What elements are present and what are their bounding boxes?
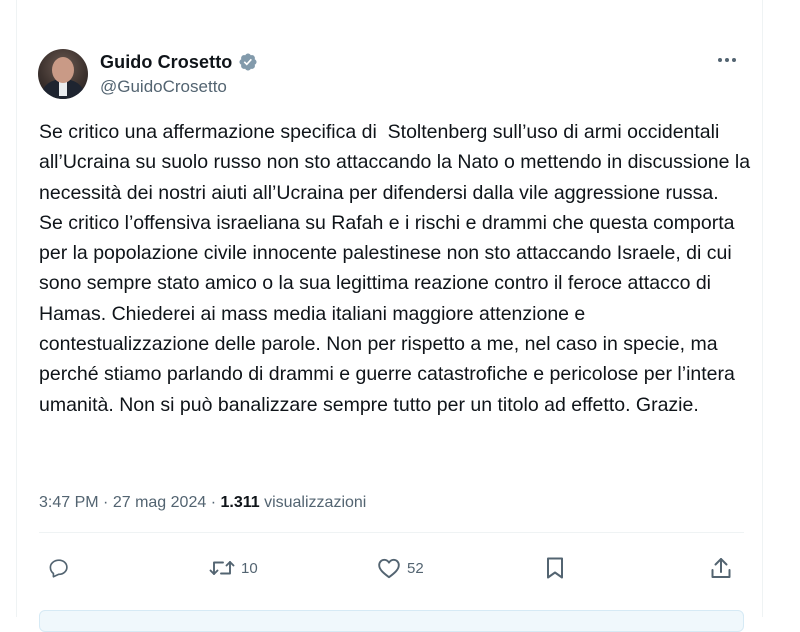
tweet-text: Se critico una affermazione specifica di… — [39, 121, 751, 416]
divider — [39, 532, 744, 533]
retweet-icon — [209, 557, 235, 579]
bookmark-icon — [545, 556, 565, 580]
views-count: 1.311 — [220, 494, 260, 511]
tweet-date[interactable]: 27 mag 2024 — [113, 494, 206, 511]
heart-icon — [377, 557, 401, 579]
avatar[interactable] — [38, 49, 88, 99]
author-display-name[interactable]: Guido Crosetto — [100, 52, 232, 73]
retweet-count: 10 — [241, 559, 258, 577]
retweet-button[interactable]: 10 — [209, 556, 258, 580]
more-options-icon[interactable] — [715, 50, 739, 70]
views-label: visualizzazioni — [264, 494, 367, 511]
reply-icon — [48, 557, 70, 579]
tweet-time[interactable]: 3:47 PM — [39, 494, 99, 511]
avatar-face — [52, 57, 74, 83]
meta-separator: · — [210, 494, 217, 511]
like-count: 52 — [407, 559, 424, 577]
like-button[interactable]: 52 — [377, 556, 424, 580]
share-icon — [710, 556, 732, 580]
author-handle[interactable]: @GuidoCrosetto — [100, 77, 227, 97]
share-button[interactable] — [710, 556, 732, 580]
author-name-row: Guido Crosetto — [100, 50, 258, 74]
bottom-panel — [39, 610, 744, 632]
bookmark-button[interactable] — [545, 556, 565, 580]
verified-badge-icon[interactable] — [238, 52, 258, 72]
tweet-meta: 3:47 PM · 27 mag 2024 · 1.311 visualizza… — [39, 494, 366, 512]
meta-separator: · — [103, 494, 109, 511]
reply-button[interactable] — [48, 556, 76, 580]
